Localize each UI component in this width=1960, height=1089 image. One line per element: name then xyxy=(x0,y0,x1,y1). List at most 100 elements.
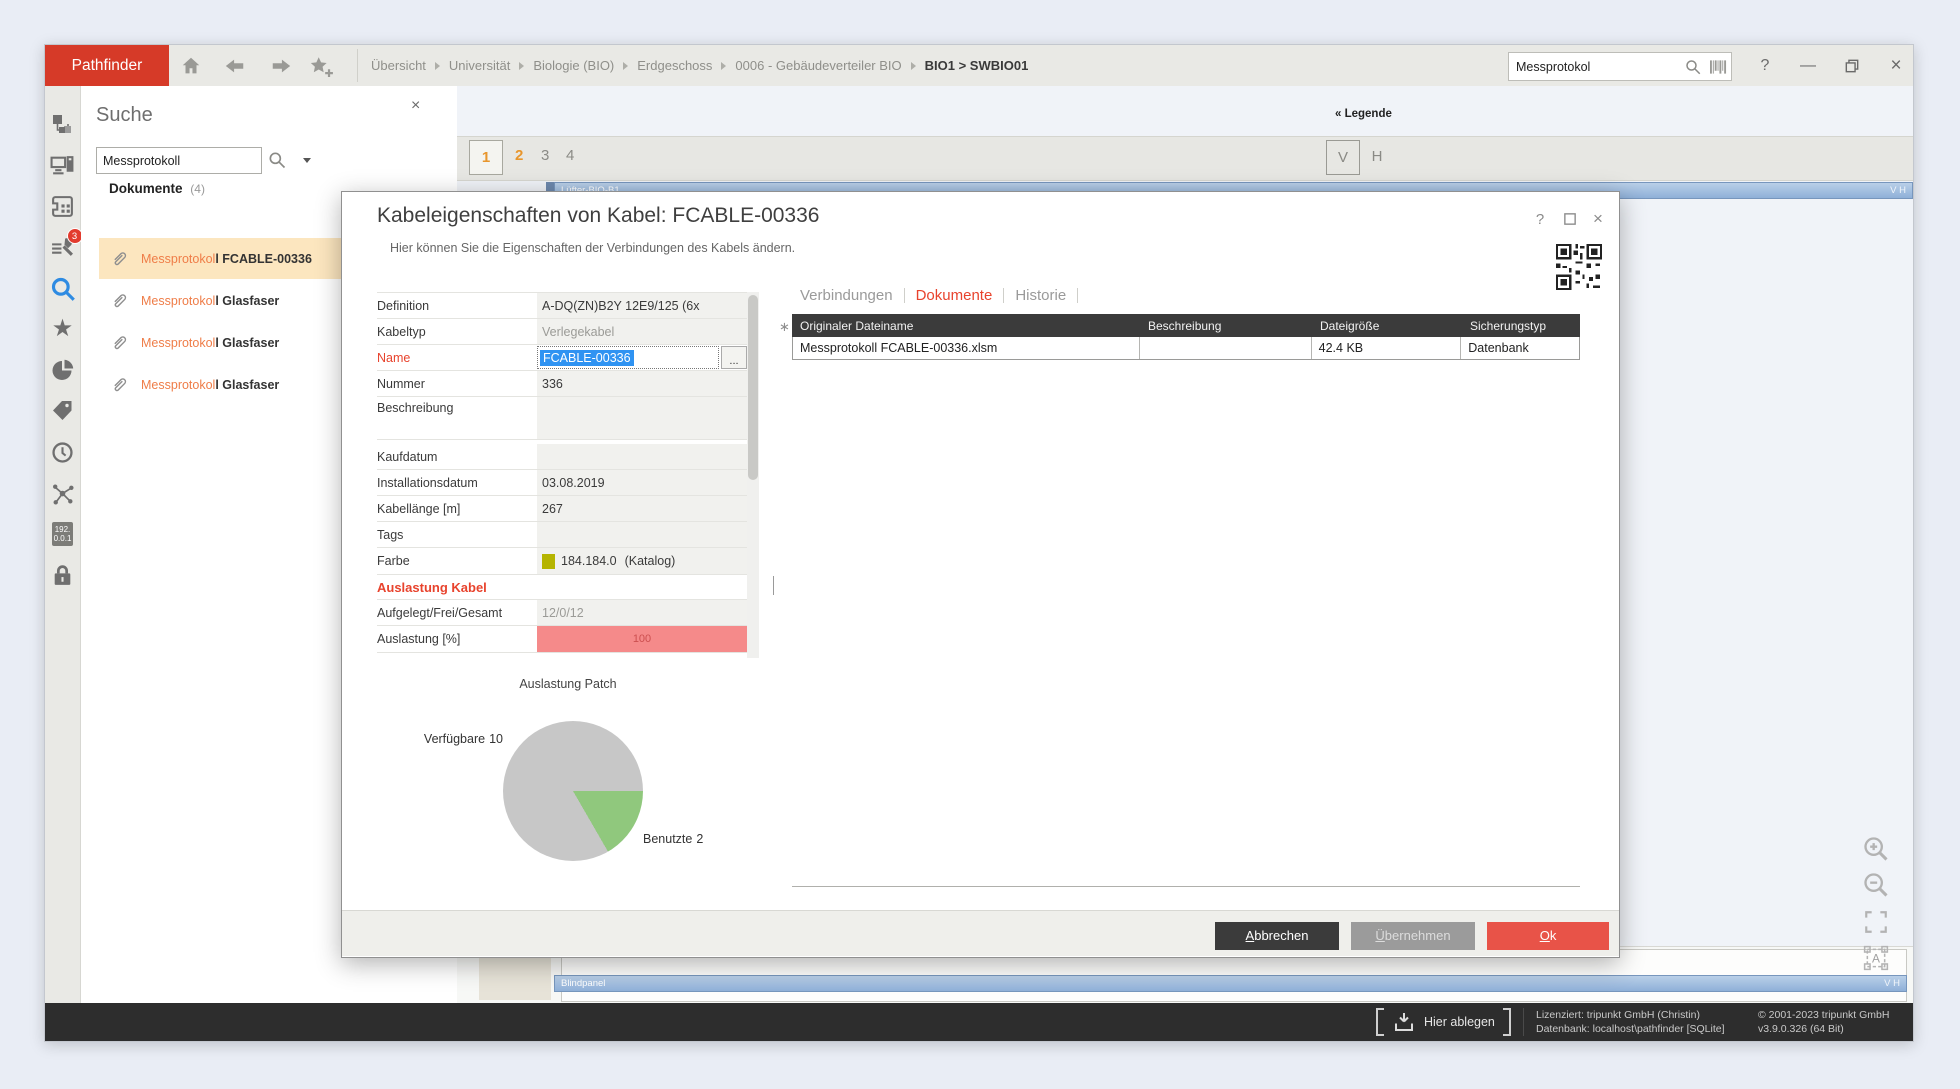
breadcrumb-item[interactable]: Biologie (BIO) xyxy=(533,58,614,73)
close-button[interactable]: × xyxy=(1881,45,1911,86)
cancel-button[interactable]: Abbrechen xyxy=(1215,922,1339,950)
page-button-3[interactable]: 3 xyxy=(541,147,549,164)
view-horizontal-button[interactable]: H xyxy=(1362,140,1392,173)
restore-icon xyxy=(1845,59,1859,73)
app-logo[interactable]: Pathfinder xyxy=(45,45,169,86)
drop-zone[interactable]: Hier ablegen xyxy=(1376,1006,1511,1038)
dialog-maximize-icon[interactable] xyxy=(1557,208,1583,230)
floorplan-icon[interactable] xyxy=(49,192,77,220)
add-favorite-icon[interactable] xyxy=(309,54,333,78)
minimize-button[interactable]: — xyxy=(1793,45,1823,86)
rack-unit-bottom[interactable]: Blindpanel V H xyxy=(554,975,1907,992)
page-button-4[interactable]: 4 xyxy=(566,147,574,164)
search-icon[interactable] xyxy=(1684,58,1702,76)
section-header-cable: Auslastung Kabel xyxy=(377,575,747,599)
property-value[interactable] xyxy=(537,522,747,547)
property-value[interactable] xyxy=(537,397,747,439)
dialog-close-icon[interactable]: × xyxy=(1585,208,1611,230)
breadcrumb-current[interactable]: BIO1 > SWBIO01 xyxy=(925,58,1029,73)
property-row-kaufdatum: Kaufdatum xyxy=(377,444,747,470)
search-result-item[interactable]: Messprotokoll Glasfaser xyxy=(99,280,347,321)
back-icon[interactable] xyxy=(223,54,247,78)
fit-screen-icon[interactable] xyxy=(1861,907,1891,937)
dialog-help-icon[interactable]: ? xyxy=(1527,208,1553,230)
property-value: 12/0/12 xyxy=(537,600,747,625)
chevron-right-icon xyxy=(519,62,524,70)
network-icon[interactable] xyxy=(49,479,77,507)
breadcrumb-item[interactable]: Übersicht xyxy=(371,58,426,73)
help-button[interactable]: ? xyxy=(1750,45,1780,86)
tab-historie[interactable]: Historie xyxy=(1015,287,1066,304)
forward-icon[interactable] xyxy=(269,54,293,78)
clock-icon[interactable] xyxy=(49,438,77,466)
panel-close-icon[interactable]: × xyxy=(411,97,420,115)
property-value[interactable] xyxy=(537,444,747,469)
zoom-in-icon[interactable] xyxy=(1861,834,1891,864)
panel-splitter[interactable] xyxy=(773,576,774,595)
page-button-2[interactable]: 2 xyxy=(515,147,523,164)
restore-button[interactable] xyxy=(1837,45,1867,86)
name-input[interactable]: FCABLE-00336 xyxy=(537,346,719,369)
property-scrollbar[interactable] xyxy=(747,292,759,658)
pie-chart-icon[interactable] xyxy=(49,356,77,384)
text-select-icon[interactable]: A xyxy=(1861,943,1891,973)
tasks-icon[interactable]: 3 xyxy=(49,233,77,261)
property-row-kabeltyp: Kabeltyp Verlegekabel xyxy=(377,319,747,345)
search-options-caret-icon[interactable] xyxy=(303,158,311,163)
scrollbar-thumb[interactable] xyxy=(748,295,758,480)
column-header[interactable]: Sicherungstyp xyxy=(1462,314,1580,337)
qr-code[interactable] xyxy=(1556,244,1602,295)
breadcrumb-item[interactable]: Universität xyxy=(449,58,510,73)
zoom-out-icon[interactable] xyxy=(1861,870,1891,900)
search-icon[interactable] xyxy=(49,274,77,302)
breadcrumb-item[interactable]: 0006 - Gebäudeverteiler BIO xyxy=(735,58,901,73)
favorites-icon[interactable]: ★ xyxy=(49,315,77,343)
search-result-item[interactable]: Messprotokoll Glasfaser xyxy=(99,322,347,363)
search-result-item[interactable]: Messprotokoll FCABLE-00336 xyxy=(99,238,347,279)
app-window: Pathfinder Übersicht Universität Biologi… xyxy=(44,44,1914,1042)
tab-dokumente[interactable]: Dokumente xyxy=(916,287,993,304)
lock-icon[interactable] xyxy=(49,561,77,589)
barcode-icon[interactable] xyxy=(1710,59,1727,75)
property-value[interactable]: 03.08.2019 xyxy=(537,470,747,495)
workstation-icon[interactable] xyxy=(49,151,77,179)
license-line: Lizenziert: tripunkt GmbH (Christin) xyxy=(1536,1008,1725,1022)
property-value[interactable]: 267 xyxy=(537,496,747,521)
column-header[interactable]: Originaler Dateiname xyxy=(792,314,1140,337)
name-more-button[interactable]: ... xyxy=(721,346,747,369)
search-result-item[interactable]: Messprotokoll Glasfaser xyxy=(99,364,347,405)
breadcrumb-item[interactable]: Erdgeschoss xyxy=(637,58,712,73)
table-row[interactable]: Messprotokoll FCABLE-00336.xlsm 42.4 KB … xyxy=(792,337,1580,360)
drop-download-icon xyxy=(1392,1010,1416,1034)
column-header[interactable]: Dateigröße xyxy=(1312,314,1462,337)
hierarchy-icon[interactable] xyxy=(49,110,77,138)
cell-description xyxy=(1140,337,1312,359)
panel-search-box xyxy=(96,147,262,174)
global-search-input[interactable] xyxy=(1509,60,1684,74)
tag-icon[interactable] xyxy=(49,397,77,425)
panel-search-input[interactable] xyxy=(97,148,261,173)
apply-button[interactable]: Übernehmen xyxy=(1351,922,1475,950)
property-value[interactable]: A-DQ(ZN)B2Y 12E9/125 (6x xyxy=(537,293,747,318)
chevron-right-icon xyxy=(435,62,440,70)
usage-bar: 100 xyxy=(537,626,747,652)
color-value[interactable]: 184.184.0 (Katalog) xyxy=(537,548,747,574)
dialog-tabs: Verbindungen Dokumente Historie xyxy=(800,287,1078,304)
column-header[interactable]: Beschreibung xyxy=(1140,314,1312,337)
property-label: Installationsdatum xyxy=(377,470,537,495)
tab-divider xyxy=(1077,288,1078,303)
property-label: Aufgelegt/Frei/Gesamt xyxy=(377,600,537,625)
view-vertical-button[interactable]: V xyxy=(1326,140,1360,175)
tab-verbindungen[interactable]: Verbindungen xyxy=(800,287,893,304)
pie-chart-title: Auslastung Patch xyxy=(377,677,759,691)
property-value[interactable]: 336 xyxy=(537,371,747,396)
color-source: (Katalog) xyxy=(625,554,676,568)
panel-search-icon[interactable] xyxy=(267,150,287,175)
ip-address-icon[interactable]: 192. 0.0.1 xyxy=(49,520,77,548)
result-match: Messprotokol xyxy=(141,378,215,392)
paperclip-icon xyxy=(109,291,129,311)
home-icon[interactable] xyxy=(179,54,203,78)
page-button-1[interactable]: 1 xyxy=(469,140,503,175)
ok-button[interactable]: Ok xyxy=(1487,922,1609,950)
legend-toggle[interactable]: « Legende xyxy=(1335,108,1392,120)
